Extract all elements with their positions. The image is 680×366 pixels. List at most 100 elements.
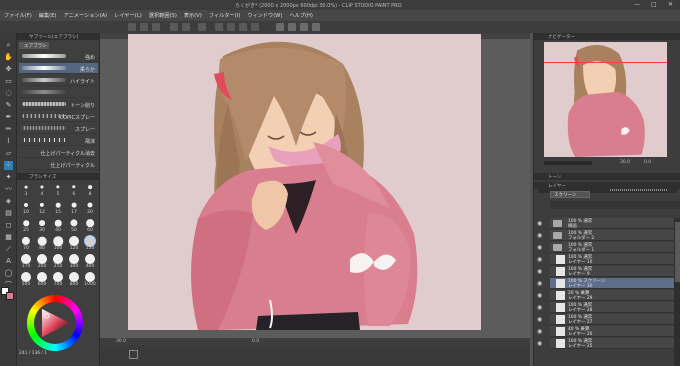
menu-filter[interactable]: フィルター(I) [209,12,240,19]
brush-size-cell[interactable]: 15 [50,200,66,215]
brush-size-cell[interactable]: 70 [18,236,34,251]
lasso-icon[interactable]: ◌ [4,89,13,98]
layer-visibility-eye-icon[interactable]: ◉ [537,220,545,228]
layer-row[interactable]: 40 % 乗算 レイヤー 26 [550,326,680,337]
selection-icon[interactable]: ▭ [4,77,13,86]
blend-icon[interactable]: 〰 [4,185,13,194]
sub-color-swatch[interactable] [6,292,14,300]
brush-item-blank[interactable] [19,87,98,98]
brush-size-cell[interactable]: 10 [18,200,34,215]
brush-size-cell[interactable]: 60 [82,218,98,233]
navigator-zoom-slider[interactable] [544,161,592,165]
transform-icon[interactable] [215,23,223,31]
undo-icon[interactable] [170,23,178,31]
layer-row[interactable]: 100 % 通常 レイヤー 25 [550,338,680,349]
brush-size-cell[interactable]: 1000 [82,272,98,287]
layer-visibility-eye-icon[interactable]: ◉ [537,304,545,312]
eyedropper-icon[interactable]: ✎ [4,101,13,110]
balloon-icon[interactable]: ◯ [4,269,13,278]
brush-item-splash[interactable]: 飛沫 [19,135,98,146]
redo-icon[interactable] [182,23,190,31]
brush-size-cell[interactable]: 200 [34,254,50,269]
color-wheel[interactable] [27,295,83,351]
tone-tab-label[interactable]: トーン [548,174,561,180]
gradient-icon[interactable]: ▤ [4,209,13,218]
layer-scroll-thumb[interactable] [675,222,680,282]
layer-folder-row[interactable]: 100 % 通常 フォルダー 2 [550,230,680,241]
layer-visibility-eye-icon[interactable]: ◉ [537,328,545,336]
brush-size-cell[interactable]: 250 [50,254,66,269]
decoration-icon[interactable]: ✦ [4,173,13,182]
brush-size-cell[interactable]: 4 [34,182,50,197]
open-file-icon[interactable] [140,23,148,31]
figure-icon[interactable]: ◻ [4,221,13,230]
brush-size-cell[interactable]: 500 [18,272,34,287]
airbrush-icon[interactable]: ⁘ [4,161,13,170]
brush-item-finish-particle[interactable]: 仕上げパーティクル [19,159,98,170]
brush-size-cell[interactable]: 120 [66,236,82,251]
invert-selection-icon[interactable] [239,23,247,31]
brush-item-strong[interactable]: 強め [19,51,98,62]
tab-airbrush[interactable]: エアブラシ [19,42,49,49]
layer-row[interactable]: 100 % スクリーン レイヤー 30 [550,278,680,289]
brush-size-cell[interactable]: 30 [34,218,50,233]
brush-item-soft[interactable]: 柔らか [19,63,98,74]
frame-icon[interactable]: ▦ [4,233,13,242]
menu-help[interactable]: ヘルプ(H) [289,12,313,19]
fill-icon[interactable]: ◈ [4,197,13,206]
layer-visibility-eye-icon[interactable]: ◉ [537,232,545,240]
layer-visibility-eye-icon[interactable]: ◉ [537,244,545,252]
menu-view[interactable]: 表示(V) [184,12,202,19]
layer-row[interactable]: 100 % 通常 レイヤー 28 [550,302,680,313]
color-triangle[interactable] [40,307,72,339]
brush-size-cell[interactable]: 50 [66,218,82,233]
layer-visibility-eye-icon[interactable]: ◉ [537,316,545,324]
menu-animation[interactable]: アニメーション(A) [64,12,108,19]
pen-icon[interactable]: ✒ [4,113,13,122]
layer-visibility-eye-icon[interactable]: ◉ [537,292,545,300]
menu-edit[interactable]: 編集(E) [39,12,57,19]
layer-visibility-eye-icon[interactable]: ◉ [537,256,545,264]
navigator-preview[interactable] [544,42,667,157]
brush-size-cell[interactable]: 800 [66,272,82,287]
brush-size-cell[interactable]: 20 [82,200,98,215]
blend-mode-select[interactable]: スクリーン [550,191,590,198]
menu-selection[interactable]: 選択範囲(S) [149,12,177,19]
layer-row[interactable]: 20 % 乗算 レイヤー 29 [550,290,680,301]
layer-visibility-eye-icon[interactable]: ◉ [537,268,545,276]
canvas[interactable] [128,34,481,330]
layer-folder-row[interactable]: 100 % 通常 線画 [550,218,680,229]
layer-visibility-eye-icon[interactable]: ◉ [537,340,545,348]
brush-size-cell[interactable]: 5 [50,182,66,197]
menu-file[interactable]: ファイル(F) [4,12,32,19]
brush-size-cell[interactable]: 40 [50,218,66,233]
brush-size-cell[interactable]: 150 [82,236,98,251]
brush-size-cell[interactable]: 25 [18,218,34,233]
brush-size-cell[interactable]: 12 [34,200,50,215]
hand-icon[interactable]: ✋ [4,53,13,62]
show-selection-icon[interactable] [251,23,259,31]
menu-window[interactable]: ウィンドウ(W) [247,12,282,19]
brush-item-spray[interactable]: スプレー [19,123,98,134]
brush-item-tone-scrape[interactable]: トーン削り [19,99,98,110]
brush-item-finish-particle-erase[interactable]: 仕上げパーティクル消去 [19,147,98,158]
brush-size-cell[interactable]: 80 [34,236,50,251]
deselect-icon[interactable] [227,23,235,31]
zoom-icon[interactable]: ⌕ [4,41,13,50]
brush-size-cell[interactable]: 600 [34,272,50,287]
brush-size-cell[interactable]: 300 [66,254,82,269]
menu-layer[interactable]: レイヤー(L) [114,12,142,19]
brush-size-cell[interactable]: 170 [18,254,34,269]
move-icon[interactable]: ✥ [4,65,13,74]
clear-icon[interactable] [198,23,206,31]
layer-row[interactable]: 100 % 通常 レイヤー 9 [550,266,680,277]
maximize-button[interactable]: □ [651,1,657,8]
brush-size-cell[interactable]: 3 [18,182,34,197]
brush-item-highlight[interactable]: ハイライト [19,75,98,86]
layer-row[interactable]: 100 % 通常 レイヤー 10 [550,254,680,265]
brush-icon[interactable]: ⌇ [4,137,13,146]
brush-size-cell[interactable]: 100 [50,236,66,251]
layer-scrollbar[interactable] [674,218,680,366]
brush-size-cell[interactable]: 17 [66,200,82,215]
timeline-icon[interactable] [129,350,138,359]
